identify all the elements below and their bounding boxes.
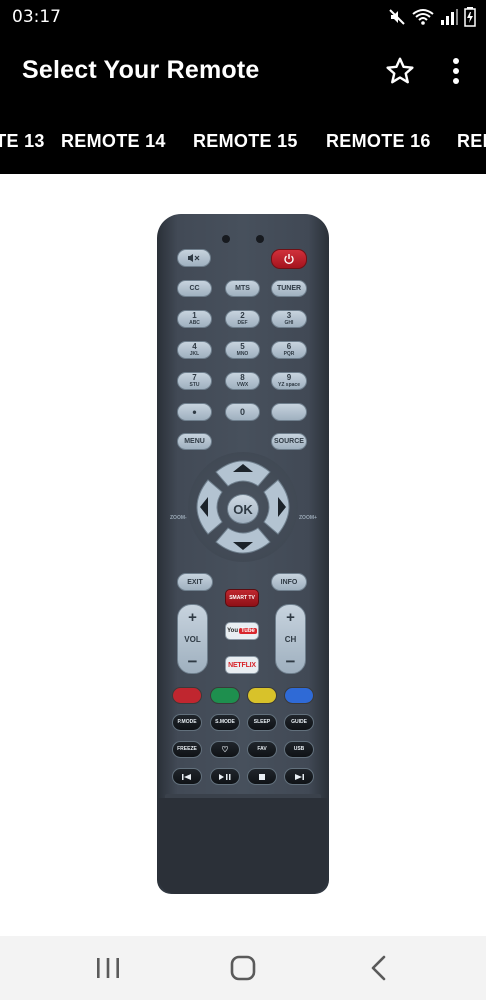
vol-label: VOL — [184, 635, 201, 644]
recents-icon — [97, 958, 119, 978]
prev-key[interactable] — [172, 768, 202, 785]
vol-plus[interactable]: + — [178, 609, 207, 626]
star-icon — [386, 57, 414, 84]
fav-key[interactable]: FAV — [247, 741, 277, 758]
zero-key[interactable]: 0 — [225, 403, 260, 421]
remote-bottom — [159, 798, 327, 894]
tab-remote-17[interactable]: REMOTE 17 — [457, 108, 486, 174]
content-area: CC MTS TUNER 1 ABC 2 DEF 3 GHI 4 JKL 5 MNO 6P… — [0, 174, 486, 936]
fav-icon-key[interactable]: ♡ — [210, 741, 240, 758]
tuner-key[interactable]: TUNER — [271, 280, 307, 297]
home-icon — [230, 955, 256, 981]
status-icons — [388, 6, 476, 28]
num-key-5[interactable]: 5 MNO — [225, 341, 260, 359]
tab-remote-16[interactable]: REMOTE 16 — [326, 108, 431, 174]
back-button[interactable] — [364, 952, 396, 984]
usb-key[interactable]: USB — [284, 741, 314, 758]
play-pause-key[interactable] — [210, 768, 240, 785]
tab-remote-14[interactable]: REMOTE 14 — [61, 108, 166, 174]
stop-icon — [259, 773, 265, 780]
num-key-9[interactable]: 9 YZ space — [271, 372, 307, 390]
youtube-you-text: You — [227, 628, 238, 634]
blue-key[interactable] — [284, 687, 314, 704]
ch-plus[interactable]: + — [276, 609, 305, 626]
system-nav-bar — [0, 936, 486, 1000]
ir-led — [222, 235, 230, 243]
num-key-2[interactable]: 2 DEF — [225, 310, 260, 328]
more-options-button[interactable] — [446, 54, 466, 88]
ir-led — [256, 235, 264, 243]
youtube-tube-text: Tube — [239, 628, 257, 634]
netflix-key[interactable]: NETFLIX — [225, 656, 259, 674]
ch-label: CH — [284, 635, 297, 644]
status-bar: 03:17 — [0, 0, 486, 36]
num-key-7[interactable]: 7 STU — [177, 372, 212, 390]
remote-image[interactable]: CC MTS TUNER 1 ABC 2 DEF 3 GHI 4 JKL 5 MNO 6P… — [157, 214, 329, 894]
tab-bar: REMOTE 13 REMOTE 14 REMOTE 15 REMOTE 16 … — [0, 108, 486, 174]
menu-key[interactable]: MENU — [177, 433, 212, 450]
speaker-mute-icon — [188, 254, 200, 262]
vol-minus[interactable]: − — [178, 652, 207, 672]
mute-icon — [389, 9, 405, 25]
tab-remote-15[interactable]: REMOTE 15 — [193, 108, 298, 174]
sleep-key[interactable]: SLEEP — [247, 714, 277, 731]
page-title: Select Your Remote — [22, 56, 260, 84]
mts-key[interactable]: MTS — [225, 280, 260, 297]
app-bar: Select Your Remote — [0, 36, 486, 108]
next-icon — [295, 773, 304, 780]
num-key-8[interactable]: 8 VWX — [225, 372, 260, 390]
stop-key[interactable] — [247, 768, 277, 785]
power-key[interactable] — [271, 249, 307, 269]
volume-rocker[interactable]: + VOL − — [177, 604, 208, 674]
info-key[interactable]: INFO — [271, 573, 307, 591]
signal-icon — [441, 9, 458, 25]
smart-tv-key[interactable]: SMART TV — [225, 589, 259, 607]
mute-key[interactable] — [177, 249, 211, 267]
num-key-1[interactable]: 1 ABC — [177, 310, 212, 328]
smode-key[interactable]: S.MODE — [210, 714, 240, 731]
battery-icon — [464, 7, 476, 27]
next-key[interactable] — [284, 768, 314, 785]
guide-key[interactable]: GUIDE — [284, 714, 314, 731]
freeze-key[interactable]: FREEZE — [172, 741, 202, 758]
zoom-minus-label: ZOOM- — [170, 515, 187, 521]
cc-key[interactable]: CC — [177, 280, 212, 297]
red-key[interactable] — [172, 687, 202, 704]
youtube-key[interactable]: You Tube — [225, 622, 259, 640]
yellow-key[interactable] — [247, 687, 277, 704]
prev-icon — [182, 773, 191, 780]
num-key-3[interactable]: 3 GHI — [271, 310, 307, 328]
recents-button[interactable] — [92, 952, 124, 984]
exit-key[interactable]: EXIT — [177, 573, 213, 591]
green-key[interactable] — [210, 687, 240, 704]
tab-remote-13[interactable]: REMOTE 13 — [0, 108, 45, 174]
favorite-button[interactable] — [384, 55, 416, 87]
num-key-6[interactable]: 6 PQR — [271, 341, 307, 359]
home-button[interactable] — [227, 952, 259, 984]
ok-key[interactable]: OK — [227, 494, 259, 524]
wifi-icon — [412, 9, 434, 25]
power-icon — [284, 254, 294, 265]
channel-rocker[interactable]: + CH − — [275, 604, 306, 674]
dot-key[interactable]: • — [177, 403, 212, 421]
source-key[interactable]: SOURCE — [271, 433, 307, 450]
more-vert-icon — [453, 58, 459, 84]
back-icon — [371, 955, 386, 981]
zoom-plus-label: ZOOM+ — [299, 515, 317, 521]
play-pause-icon — [219, 773, 231, 780]
blank-key[interactable] — [271, 403, 307, 421]
status-time: 03:17 — [12, 7, 61, 27]
num-key-4[interactable]: 4 JKL — [177, 341, 212, 359]
pmode-key[interactable]: P.MODE — [172, 714, 202, 731]
ch-minus[interactable]: − — [276, 652, 305, 672]
